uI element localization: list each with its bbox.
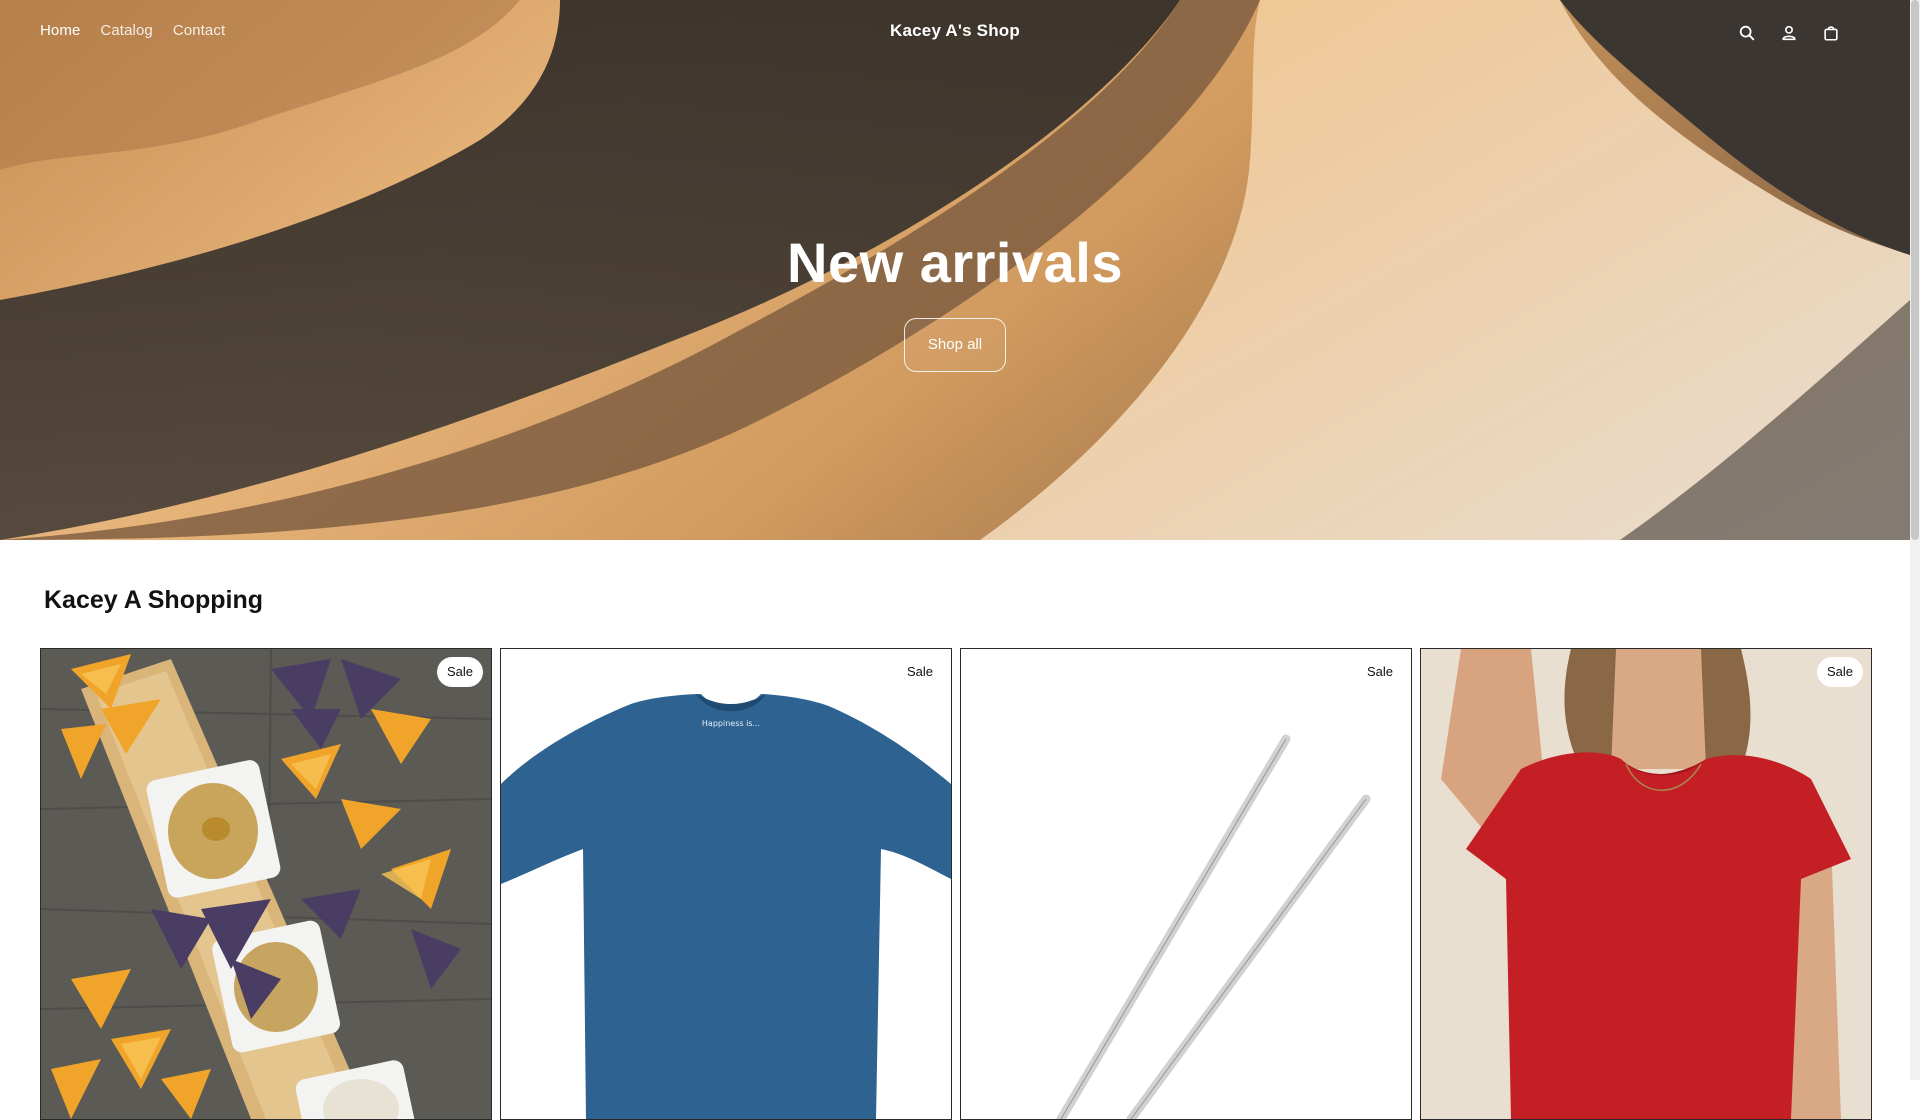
product-image-chips-platter [41,649,491,1119]
shop-all-button[interactable]: Shop all [903,318,1007,372]
search-icon [1739,25,1755,41]
page-scrollbar[interactable] [1910,0,1920,1080]
search-button[interactable] [1726,20,1768,46]
sale-badge: Sale [1816,657,1863,687]
scrollbar-thumb[interactable] [1911,0,1919,540]
shirt-print-text: Happiness is... [702,719,760,728]
sale-badge: Sale [436,657,483,687]
nav-home-link[interactable]: Home [40,22,80,39]
product-card-chips-platter[interactable]: Sale [40,648,492,1120]
product-image-chopsticks [961,649,1411,1119]
store-logo: Kacey A's Shop [0,21,1910,41]
sale-badge: Sale [1356,657,1403,687]
store-name-link[interactable]: Kacey A's Shop [890,21,1020,40]
nav-catalog-link[interactable]: Catalog [100,22,152,39]
site-header: Home Catalog Contact Kacey A's Shop [0,0,1910,66]
account-icon [1782,25,1796,41]
cart-button[interactable] [1810,20,1852,46]
hero-banner: Home Catalog Contact Kacey A's Shop New … [0,0,1910,540]
product-card-chopsticks[interactable]: Sale [960,648,1412,1120]
product-image-red-tshirt [1421,649,1871,1119]
sale-badge: Sale [896,657,943,687]
product-grid: Sale Happiness is... Sale Sale Sale [40,648,1872,1120]
account-button[interactable] [1768,20,1810,46]
product-card-red-tshirt[interactable]: Sale [1420,648,1872,1120]
collection-heading: Kacey A Shopping [44,586,264,614]
header-icons [1726,20,1852,46]
cart-icon [1824,26,1838,41]
product-card-blue-tshirt[interactable]: Happiness is... Sale [500,648,952,1120]
product-image-blue-tshirt: Happiness is... [501,649,951,1119]
main-nav: Home Catalog Contact [40,22,245,39]
nav-contact-link[interactable]: Contact [173,22,225,39]
hero-heading: New arrivals [787,231,1123,294]
hero-content: New arrivals Shop all [0,228,1910,372]
